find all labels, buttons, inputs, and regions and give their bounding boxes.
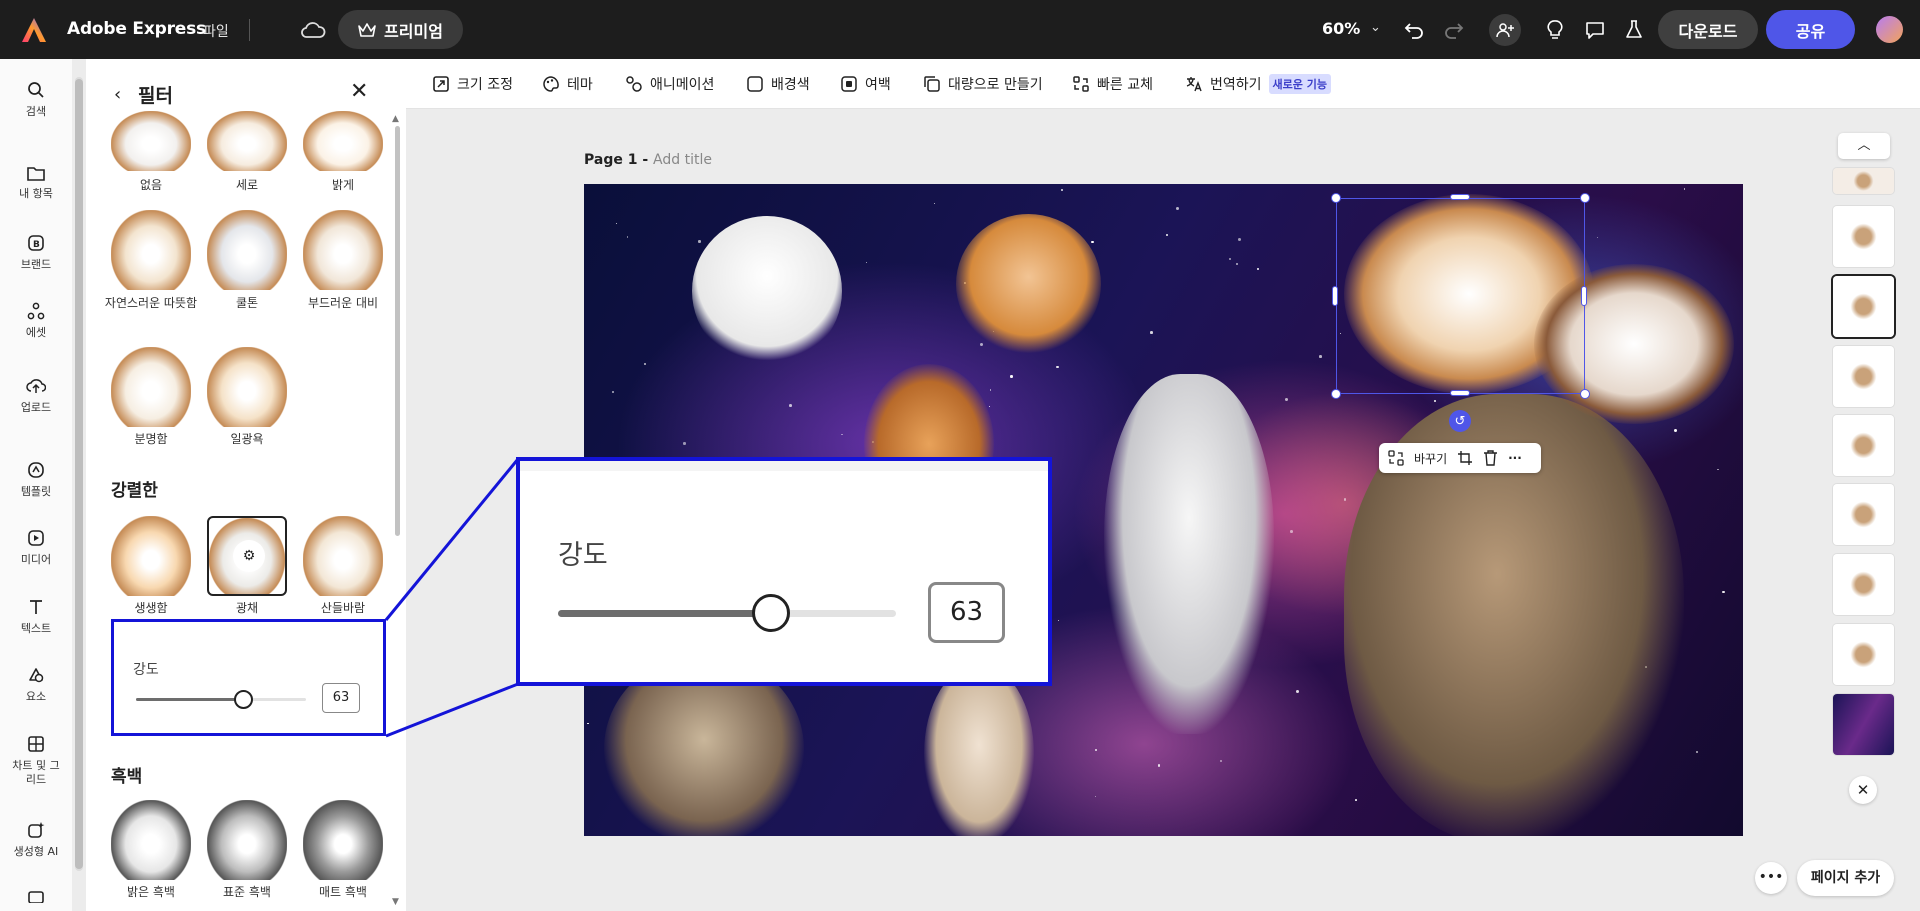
page-thumbnail[interactable]: [1833, 484, 1894, 545]
more-pages-icon[interactable]: •••: [1755, 862, 1787, 894]
strip-scroll-up-icon[interactable]: ︿: [1838, 133, 1890, 159]
callout-top-strip: [520, 461, 1048, 471]
page-thumbnail[interactable]: [1833, 168, 1894, 194]
callout-intensity-value[interactable]: 63: [928, 582, 1005, 643]
page-thumbnail[interactable]: [1833, 554, 1894, 615]
page-thumbnail[interactable]: [1833, 276, 1894, 337]
page-thumbnail[interactable]: [1833, 346, 1894, 407]
page-thumbnail[interactable]: [1833, 694, 1894, 755]
callout-slider-knob[interactable]: [751, 594, 790, 632]
add-page-button[interactable]: 페이지 추가: [1797, 860, 1894, 896]
intensity-zoom-callout: 강도 63: [516, 457, 1052, 686]
callout-intensity-label: 강도: [558, 540, 608, 571]
callout-intensity-slider[interactable]: [558, 594, 896, 632]
close-strip-icon[interactable]: ✕: [1849, 776, 1877, 804]
page-thumbnail[interactable]: [1833, 624, 1894, 685]
callout-connector: [384, 458, 520, 738]
callout-slider-fill: [558, 610, 771, 617]
page-thumbnail[interactable]: [1833, 415, 1894, 476]
page-thumbnail[interactable]: [1833, 206, 1894, 267]
